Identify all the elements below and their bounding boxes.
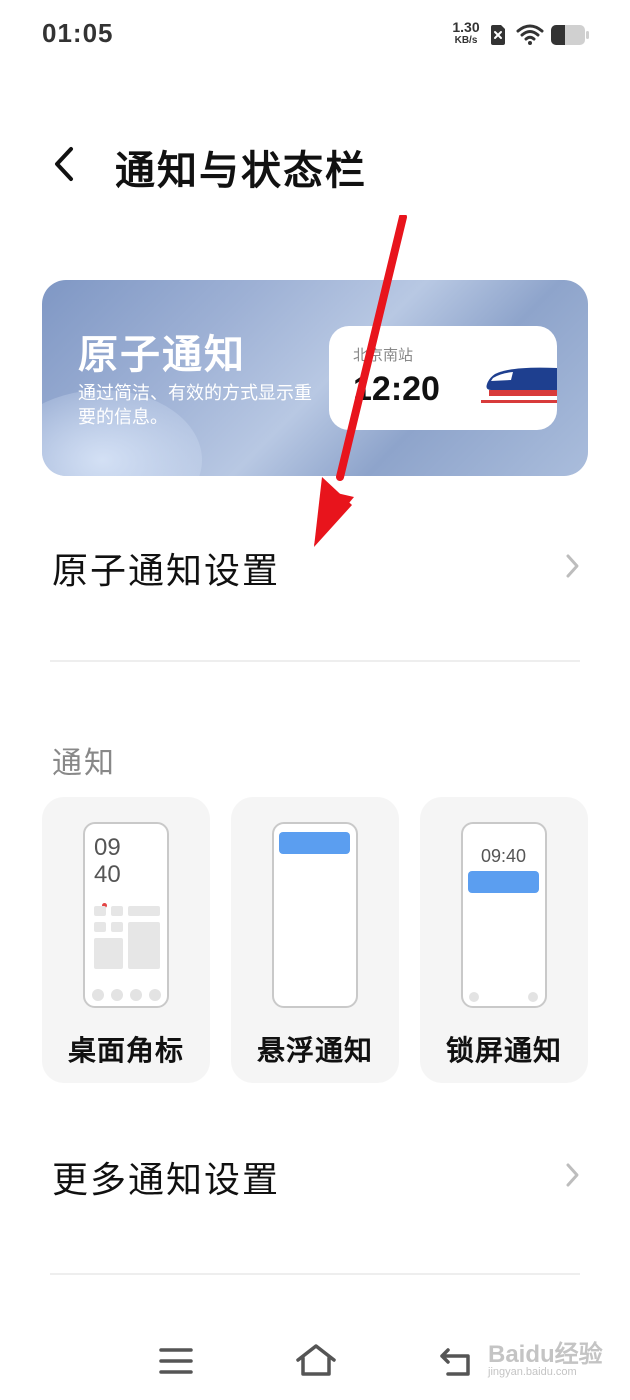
divider (50, 1273, 580, 1275)
app-icon (111, 922, 123, 932)
app-icon (94, 922, 106, 932)
divider (50, 660, 580, 662)
card-label: 锁屏通知 (445, 1034, 562, 1067)
wifi-icon (516, 24, 544, 45)
sim-off-icon (491, 25, 505, 45)
lock-notification-bar (468, 871, 539, 893)
network-speed: 1.30 KB/s (446, 20, 486, 47)
banner-description: 通过简洁、有效的方式显示重要的信息。 (78, 383, 312, 428)
phone-preview: 09:40 (461, 822, 547, 1008)
back-button[interactable] (44, 140, 88, 190)
watermark-sub: jingyan.baidu.com (488, 1366, 577, 1378)
baidu-watermark: Baidu经验 jingyan.baidu.com (484, 1330, 604, 1382)
more-notification-settings-row[interactable]: 更多通知设置 (0, 1131, 630, 1221)
preview-time: 09:40 (480, 846, 527, 866)
app-icon (94, 906, 106, 916)
dock-dot (111, 989, 123, 1001)
notifications-section-title: 通知 (52, 746, 116, 781)
back-icon[interactable] (436, 1344, 476, 1378)
app-icon (111, 906, 123, 916)
preview-time: 09 40 (94, 834, 121, 888)
card-label: 悬浮通知 (256, 1034, 373, 1067)
lock-screen-notification-card[interactable]: 09:40 锁屏通知 (420, 797, 588, 1083)
battery-icon (551, 25, 589, 45)
more-notification-settings-label: 更多通知设置 (52, 1160, 281, 1201)
desktop-badge-card[interactable]: 09 40 桌面角标 (42, 797, 210, 1083)
dock-dot (92, 989, 104, 1001)
widget (128, 922, 160, 969)
train-icon (481, 367, 557, 403)
phone-preview: 09 40 (83, 822, 169, 1008)
widget (94, 938, 123, 969)
status-time: 01:05 (42, 18, 114, 48)
atomic-notification-settings-label: 原子通知设置 (52, 551, 281, 592)
floating-notification-bar (279, 832, 350, 854)
dock-dot (130, 989, 142, 1001)
network-speed-value: 1.30 (452, 19, 480, 35)
watermark-main: Baidu经验 (488, 1341, 603, 1368)
page-title: 通知与状态栏 (115, 148, 367, 194)
status-bar: 01:05 1.30 KB/s (0, 0, 630, 70)
dock-dot (149, 989, 161, 1001)
lock-shortcut-dot (528, 992, 538, 1002)
widget (128, 906, 160, 916)
lock-shortcut-dot (469, 992, 479, 1002)
chevron-left-icon (55, 147, 73, 181)
home-icon[interactable] (294, 1342, 338, 1378)
banner-title: 原子通知 (78, 332, 246, 378)
card-label: 桌面角标 (67, 1034, 184, 1067)
red-arrow-icon (314, 215, 407, 547)
chevron-right-icon (566, 1163, 579, 1187)
chevron-right-icon (566, 554, 579, 578)
floating-notification-card[interactable]: 悬浮通知 (231, 797, 399, 1083)
phone-preview (272, 822, 358, 1008)
network-speed-unit: KB/s (454, 35, 478, 46)
menu-icon[interactable] (158, 1346, 194, 1376)
